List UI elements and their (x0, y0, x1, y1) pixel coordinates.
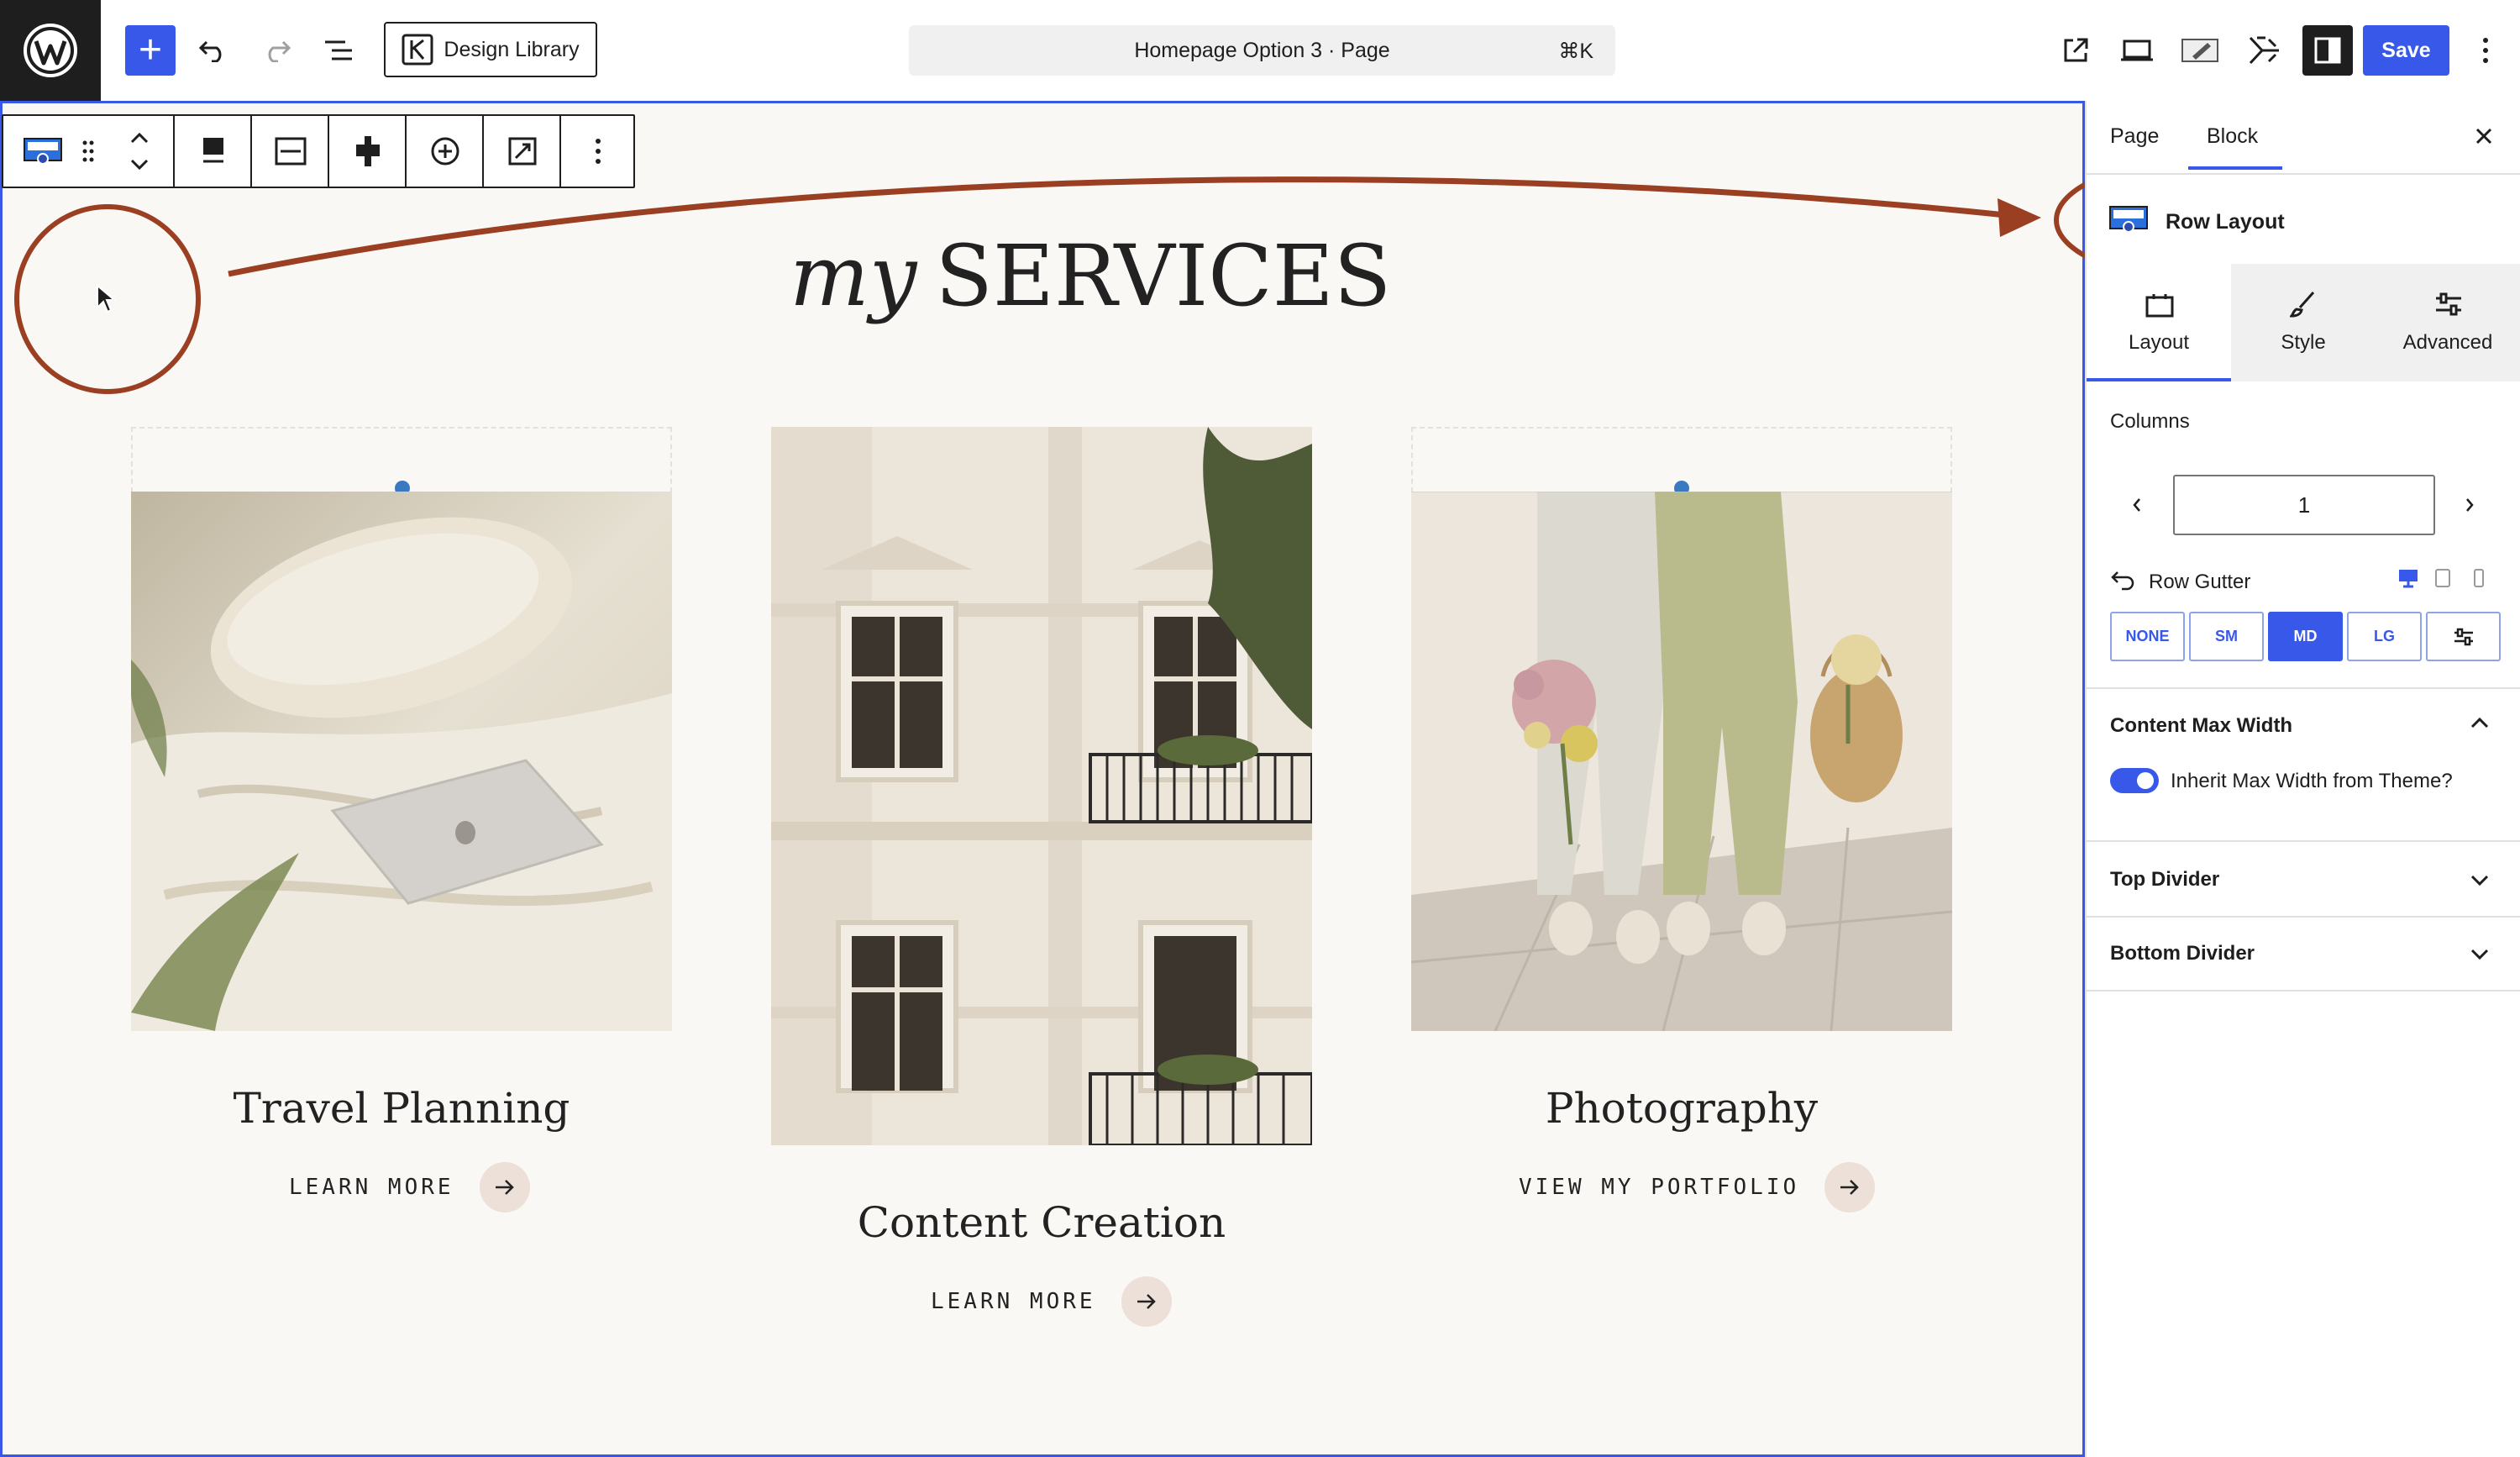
columns-input[interactable]: 1 (2173, 475, 2435, 535)
gutter-sm-button[interactable]: SM (2189, 612, 2264, 661)
document-bar[interactable]: Homepage Option 3 · Page ⌘K (909, 25, 1615, 76)
divider (2087, 687, 2520, 689)
device-preview-icon[interactable] (2112, 25, 2162, 76)
align-top-icon[interactable] (173, 116, 250, 187)
move-up-down-icon[interactable] (118, 124, 161, 178)
row-gutter-label: Row Gutter (2149, 571, 2251, 593)
chevron-down-icon[interactable] (2470, 874, 2490, 892)
brush-icon (2290, 292, 2315, 318)
reset-icon[interactable] (2110, 570, 2137, 596)
service-title: Content Creation (857, 1198, 1226, 1247)
gutter-custom-button[interactable] (2426, 612, 2501, 661)
link-label: VIEW MY PORTFOLIO (1519, 1175, 1800, 1200)
view-portfolio-link[interactable]: VIEW MY PORTFOLIO (1519, 1162, 1876, 1212)
desktop-icon[interactable] (2397, 568, 2419, 592)
tab-style[interactable]: Style (2231, 264, 2376, 381)
view-page-icon[interactable] (2050, 25, 2101, 76)
sliders-icon (2454, 628, 2473, 645)
heading-caps: SERVICES (935, 227, 1392, 325)
gutter-lg-button[interactable]: LG (2347, 612, 2422, 661)
bottom-divider-label[interactable]: Bottom Divider (2110, 942, 2255, 965)
chevron-left-icon[interactable] (2125, 491, 2149, 519)
chevron-right-icon[interactable] (2458, 491, 2481, 519)
content-creation-image[interactable] (771, 427, 1312, 1145)
travel-planning-image[interactable] (131, 492, 672, 1031)
drag-handle-icon[interactable] (76, 133, 101, 170)
save-button[interactable]: Save (2363, 25, 2449, 76)
toggle-knob (2137, 772, 2154, 789)
undo-icon[interactable] (188, 25, 239, 76)
inherit-toggle[interactable] (2110, 768, 2159, 793)
kadence-toolbar-icon[interactable] (2238, 25, 2288, 76)
settings-sidebar-toggle[interactable] (2302, 25, 2353, 76)
heading-italic: my (790, 227, 917, 325)
row-layout-icon[interactable] (20, 133, 66, 170)
tab-label: Advanced (2402, 331, 2493, 354)
active-panel-indicator (2087, 378, 2231, 381)
add-column-icon[interactable] (405, 116, 482, 187)
learn-more-link[interactable]: LEARN MORE (931, 1276, 1172, 1327)
gutter-none-button[interactable]: NONE (2110, 612, 2185, 661)
divider (2087, 173, 2520, 175)
divider (2087, 990, 2520, 991)
edit-image-icon[interactable] (482, 116, 559, 187)
photography-image[interactable] (1411, 492, 1952, 1031)
justify-icon[interactable] (328, 116, 405, 187)
tab-block[interactable]: Block (2207, 124, 2258, 149)
services-heading: my SERVICES (790, 227, 1391, 345)
layout-icon (2145, 294, 2174, 318)
edit-mode-icon[interactable] (2175, 25, 2225, 76)
design-library-label: Design Library (444, 37, 580, 61)
tab-label: Layout (2128, 331, 2190, 354)
options-menu-icon[interactable] (2462, 25, 2509, 76)
mobile-icon[interactable] (2473, 568, 2485, 592)
divider (2087, 916, 2520, 918)
row-layout-icon (2108, 205, 2149, 238)
document-overview-icon[interactable] (313, 25, 364, 76)
arrow-right-icon (1824, 1162, 1876, 1212)
sidebar-icon (2314, 37, 2341, 64)
service-title: Photography (1545, 1084, 1819, 1133)
block-options-icon[interactable] (559, 116, 633, 187)
block-name: Row Layout (2166, 210, 2285, 234)
link-label: LEARN MORE (931, 1289, 1096, 1314)
inherit-label: Inherit Max Width from Theme? (2171, 770, 2453, 792)
tablet-icon[interactable] (2434, 568, 2451, 592)
block-toolbar (2, 114, 635, 188)
arrow-right-icon (479, 1162, 530, 1212)
service-title: Travel Planning (233, 1084, 570, 1133)
redo-icon[interactable] (251, 25, 302, 76)
chevron-down-icon[interactable] (2470, 948, 2490, 965)
wordpress-logo-icon[interactable] (0, 0, 101, 101)
design-library-button[interactable]: Design Library (384, 22, 597, 77)
document-title: Homepage Option 3 · Page (1134, 38, 1390, 62)
kadence-icon (402, 34, 433, 66)
content-max-width-label[interactable]: Content Max Width (2110, 714, 2292, 738)
mouse-cursor-icon (97, 284, 117, 313)
active-tab-indicator (2188, 166, 2282, 170)
chevron-up-icon[interactable] (2470, 716, 2490, 734)
tab-label: Style (2281, 331, 2326, 354)
link-label: LEARN MORE (289, 1175, 454, 1200)
tab-advanced[interactable]: Advanced (2376, 264, 2520, 381)
divider (2087, 840, 2520, 842)
tab-page[interactable]: Page (2110, 124, 2159, 149)
close-icon[interactable] (2470, 122, 2498, 150)
command-shortcut: ⌘K (1558, 39, 1593, 63)
top-divider-label[interactable]: Top Divider (2110, 868, 2219, 892)
gutter-md-button[interactable]: MD (2268, 612, 2343, 661)
tab-layout[interactable]: Layout (2087, 264, 2231, 381)
learn-more-link[interactable]: LEARN MORE (289, 1162, 530, 1212)
columns-label: Columns (2110, 410, 2190, 433)
sliders-icon (2436, 292, 2461, 316)
full-width-icon[interactable] (250, 116, 328, 187)
arrow-right-icon (1121, 1276, 1172, 1327)
add-block-button[interactable]: + (125, 25, 176, 76)
